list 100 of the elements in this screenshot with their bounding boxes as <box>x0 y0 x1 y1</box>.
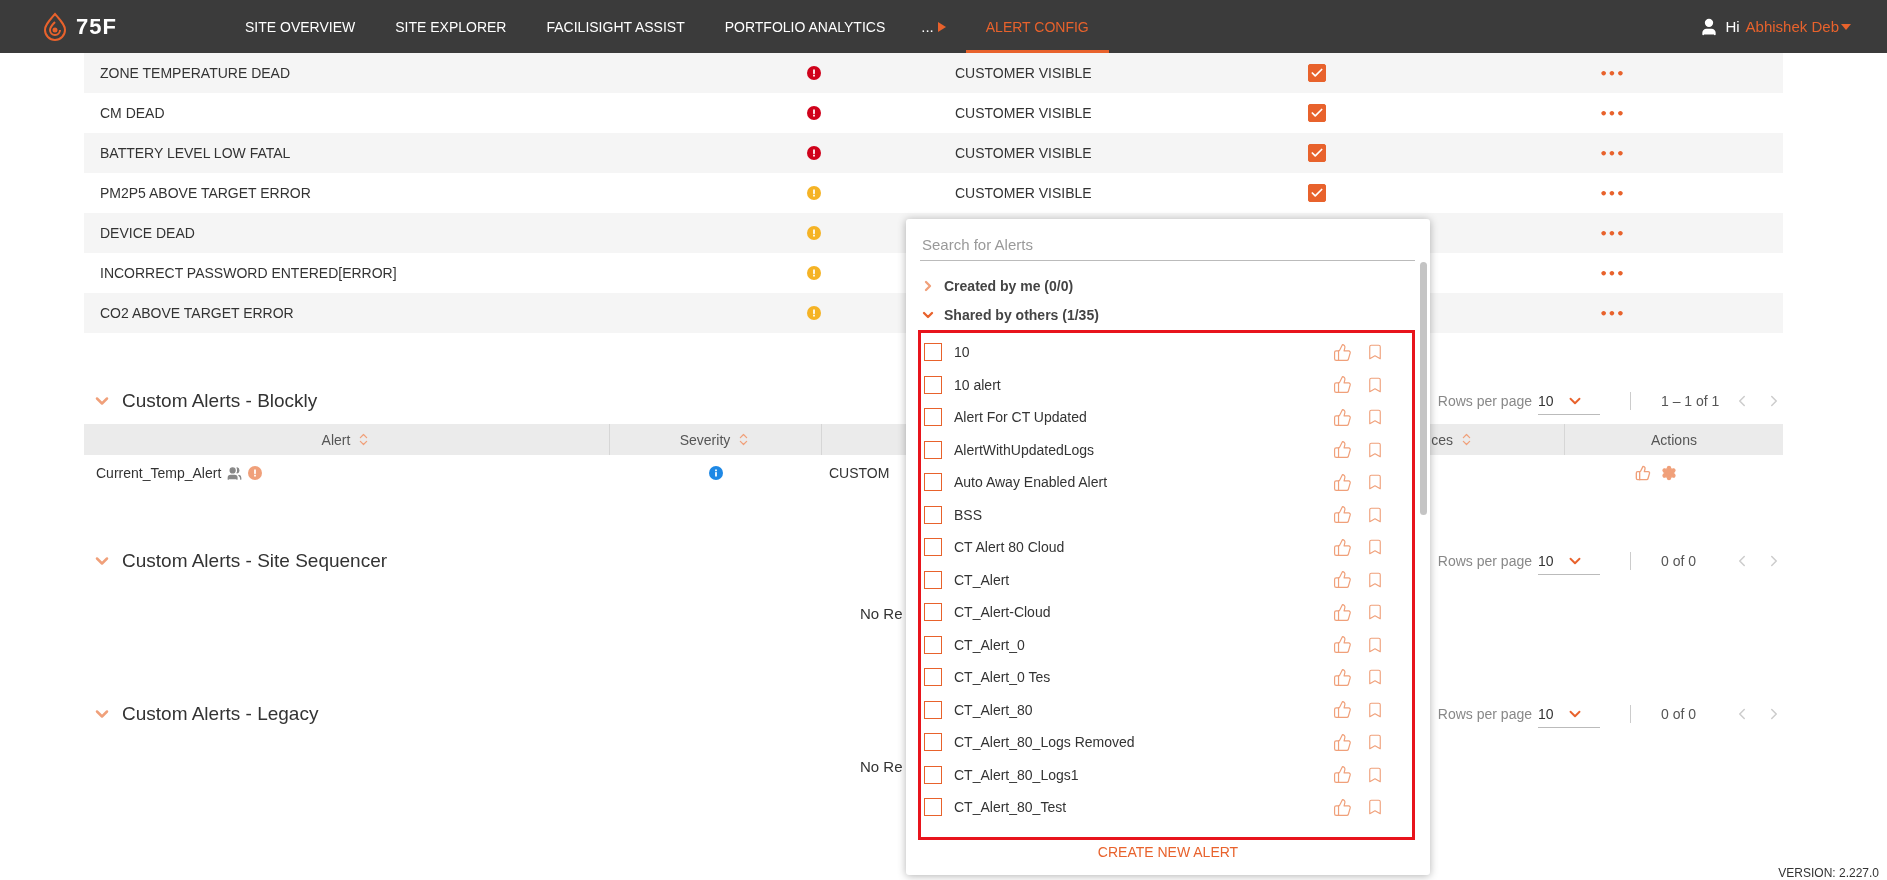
rows-per-page-select[interactable]: 10 <box>1538 547 1600 575</box>
thumbs-up-icon[interactable] <box>1333 505 1352 525</box>
group-toggle[interactable]: Shared by others (1/35) <box>944 306 1099 323</box>
page-range: 0 of 0 <box>1661 553 1698 569</box>
checkbox[interactable] <box>1308 104 1326 122</box>
column-header[interactable]: Alert <box>321 431 351 448</box>
alert-option[interactable]: CT_Alert_0 <box>954 636 1333 653</box>
alert-option[interactable]: CT Alert 80 Cloud <box>954 539 1333 556</box>
checkbox[interactable] <box>924 603 942 622</box>
bookmark-icon[interactable] <box>1366 798 1384 817</box>
thumbs-up-icon[interactable] <box>1333 472 1352 492</box>
scrollbar-thumb[interactable] <box>1420 262 1427 515</box>
checkbox[interactable] <box>924 505 942 524</box>
checkbox[interactable] <box>924 538 942 557</box>
more-menu[interactable]: ... <box>905 0 966 53</box>
checkbox[interactable] <box>924 798 942 817</box>
alert-option[interactable]: CT_Alert-Cloud <box>954 604 1333 621</box>
check-icon <box>1310 186 1324 200</box>
rows-per-page-label: Rows per page <box>1437 706 1532 722</box>
alert-option[interactable]: CT_Alert_80_Test <box>954 799 1333 816</box>
column-header[interactable]: Actions <box>1651 431 1697 448</box>
bookmark-icon[interactable] <box>1366 603 1384 622</box>
bookmark-icon[interactable] <box>1366 440 1384 459</box>
thumbs-up-icon[interactable] <box>1333 440 1352 460</box>
logo-text: 75F <box>76 13 117 40</box>
alert-option[interactable]: CT_Alert_80_Logs Removed <box>954 734 1333 751</box>
checkbox[interactable] <box>924 700 942 719</box>
alert-option[interactable]: Auto Away Enabled Alert <box>954 474 1333 491</box>
bookmark-icon[interactable] <box>1366 375 1384 394</box>
thumbs-up-icon[interactable] <box>1333 700 1352 720</box>
bookmark-icon[interactable] <box>1366 505 1384 524</box>
bookmark-icon[interactable] <box>1366 700 1384 719</box>
checkbox[interactable] <box>924 473 942 492</box>
rows-per-page-label: Rows per page <box>1437 553 1532 569</box>
checkbox[interactable] <box>924 375 942 394</box>
thumbs-up-icon[interactable] <box>1333 765 1352 785</box>
page-range: 1 – 1 of 1 <box>1661 393 1721 409</box>
nav-tab[interactable]: FACILISIGHT ASSIST <box>526 0 705 53</box>
column-header[interactable]: ces <box>1431 431 1453 448</box>
thumbs-up-icon[interactable] <box>1333 667 1352 687</box>
checkbox[interactable] <box>924 570 942 589</box>
checkbox[interactable] <box>924 733 942 752</box>
nav-tab[interactable]: SITE EXPLORER <box>375 0 527 53</box>
alert-name: BATTERY LEVEL LOW FATAL <box>99 145 292 161</box>
page-range: 0 of 0 <box>1661 706 1698 722</box>
bookmark-icon[interactable] <box>1366 765 1384 784</box>
bookmark-icon[interactable] <box>1366 343 1384 362</box>
thumbs-up-icon[interactable] <box>1333 602 1352 622</box>
thumbs-up-icon[interactable] <box>1333 732 1352 752</box>
rows-per-page-select[interactable]: 10 <box>1538 387 1600 415</box>
alert-option[interactable]: 10 alert <box>954 376 1333 393</box>
bookmark-icon[interactable] <box>1366 668 1384 687</box>
alert-option[interactable]: CT_Alert_80 <box>954 701 1333 718</box>
bookmark-icon[interactable] <box>1366 408 1384 427</box>
warning-icon <box>807 186 821 200</box>
thumbs-up-icon[interactable] <box>1333 570 1352 590</box>
thumbs-up-icon[interactable] <box>1333 635 1352 655</box>
alert-option[interactable]: CT_Alert_0 Tes <box>954 669 1333 686</box>
checkbox[interactable] <box>924 440 942 459</box>
bookmark-icon[interactable] <box>1366 635 1384 654</box>
checkbox[interactable] <box>1308 64 1326 82</box>
bookmark-icon[interactable] <box>1366 733 1384 752</box>
nav-tab[interactable]: SITE OVERVIEW <box>225 0 376 53</box>
alert-option[interactable]: CT_Alert_80_Logs1 <box>954 766 1333 783</box>
version-text: VERSION: 2.227.0 <box>1778 866 1879 880</box>
checkbox[interactable] <box>924 408 942 427</box>
visibility-text: CUSTOM <box>828 465 891 481</box>
warning-icon <box>807 146 821 160</box>
thumbs-up-icon[interactable] <box>1333 797 1352 817</box>
column-header[interactable]: Severity <box>679 431 731 448</box>
alert-option[interactable]: Alert For CT Updated <box>954 409 1333 426</box>
checkbox[interactable] <box>924 765 942 784</box>
bookmark-icon[interactable] <box>1366 473 1384 492</box>
caret-icon <box>1841 23 1851 30</box>
checkbox[interactable] <box>924 343 942 362</box>
rows-per-page-select[interactable]: 10 <box>1538 700 1600 728</box>
group-toggle[interactable]: Created by me (0/0) <box>944 277 1074 294</box>
nav-tab[interactable]: PORTFOLIO ANALYTICS <box>704 0 906 53</box>
checkbox[interactable] <box>924 668 942 687</box>
warning-icon <box>807 66 821 80</box>
bookmark-icon[interactable] <box>1366 538 1384 557</box>
alert-option[interactable]: 10 <box>954 344 1333 361</box>
checkbox[interactable] <box>924 635 942 654</box>
checkbox[interactable] <box>1308 144 1326 162</box>
thumbs-up-icon[interactable] <box>1333 537 1352 557</box>
alert-option[interactable]: AlertWithUpdatedLogs <box>954 441 1333 458</box>
bookmark-icon[interactable] <box>1366 570 1384 589</box>
triangle-icon <box>937 21 946 32</box>
visibility-text: CUSTOMER VISIBLE <box>954 185 1093 201</box>
settings-icon[interactable] <box>1661 465 1677 481</box>
warning-icon <box>807 106 821 120</box>
alert-option[interactable]: CT_Alert <box>954 571 1333 588</box>
checkbox[interactable] <box>1308 184 1326 202</box>
thumbs-up-icon[interactable] <box>1333 407 1352 427</box>
visibility-text: CUSTOMER VISIBLE <box>954 65 1093 81</box>
thumbs-up-icon[interactable] <box>1635 465 1651 481</box>
alert-option[interactable]: BSS <box>954 506 1333 523</box>
thumbs-up-icon[interactable] <box>1333 342 1352 362</box>
empty-message: No Re <box>860 604 903 624</box>
thumbs-up-icon[interactable] <box>1333 375 1352 395</box>
